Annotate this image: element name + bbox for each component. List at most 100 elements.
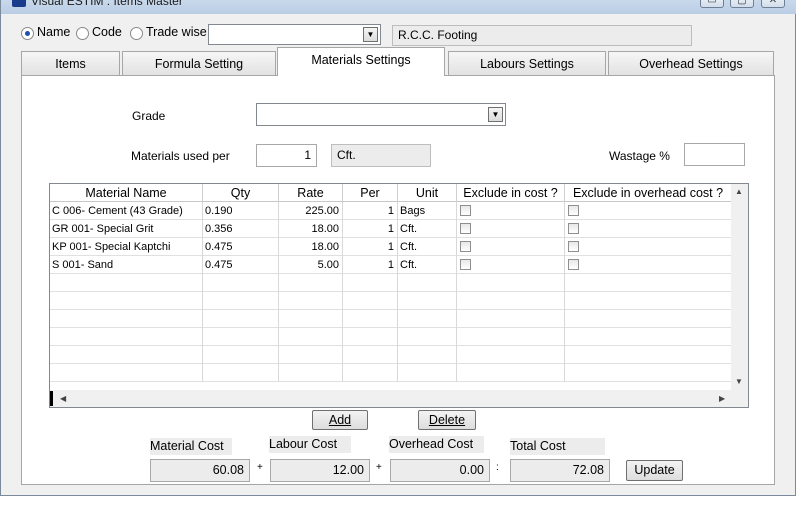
chevron-down-icon[interactable]: ▼ [363, 27, 378, 42]
col-exclude-cost[interactable]: Exclude in cost ? [457, 184, 565, 202]
cell-rate[interactable] [279, 328, 343, 346]
cell-qty[interactable] [203, 310, 279, 328]
minimize-button[interactable]: ▭ [700, 0, 724, 8]
cell-qty[interactable]: 0.190 [203, 202, 279, 220]
cell-unit[interactable] [398, 328, 457, 346]
cell-per[interactable] [343, 364, 398, 382]
cell-exclude-cost[interactable] [457, 238, 565, 256]
cell-material-name[interactable] [50, 328, 203, 346]
cell-exclude-overhead[interactable] [565, 256, 731, 274]
table-row[interactable] [50, 364, 731, 382]
cell-unit[interactable]: Cft. [398, 256, 457, 274]
cell-per[interactable]: 1 [343, 202, 398, 220]
cell-per[interactable] [343, 292, 398, 310]
table-row[interactable] [50, 328, 731, 346]
col-rate[interactable]: Rate [279, 184, 343, 202]
cell-unit[interactable]: Bags [398, 202, 457, 220]
cell-rate[interactable] [279, 274, 343, 292]
scroll-thumb[interactable] [50, 391, 53, 406]
cell-qty[interactable] [203, 364, 279, 382]
exclude-overhead-checkbox[interactable] [568, 259, 579, 270]
tab-formula-setting[interactable]: Formula Setting [122, 51, 276, 75]
cell-unit[interactable] [398, 346, 457, 364]
tab-materials-settings[interactable]: Materials Settings [277, 47, 445, 76]
cell-exclude-overhead[interactable] [565, 310, 731, 328]
add-button[interactable]: Add [312, 410, 368, 430]
exclude-cost-checkbox[interactable] [460, 205, 471, 216]
vertical-scrollbar[interactable]: ▲ ▼ [731, 184, 748, 391]
tab-overhead-settings[interactable]: Overhead Settings [608, 51, 774, 75]
col-material-name[interactable]: Material Name [50, 184, 203, 202]
chevron-down-icon[interactable]: ▼ [488, 107, 503, 122]
wastage-input[interactable] [684, 143, 745, 166]
cell-qty[interactable]: 0.475 [203, 238, 279, 256]
table-row[interactable] [50, 346, 731, 364]
cell-qty[interactable]: 0.475 [203, 256, 279, 274]
cell-rate[interactable] [279, 292, 343, 310]
exclude-cost-checkbox[interactable] [460, 223, 471, 234]
cell-rate[interactable] [279, 310, 343, 328]
radio-code[interactable] [76, 27, 89, 40]
cell-exclude-cost[interactable] [457, 256, 565, 274]
cell-material-name[interactable] [50, 310, 203, 328]
cell-rate[interactable]: 18.00 [279, 220, 343, 238]
cell-exclude-cost[interactable] [457, 292, 565, 310]
cell-material-name[interactable]: C 006- Cement (43 Grade) [50, 202, 203, 220]
cell-per[interactable] [343, 328, 398, 346]
close-button[interactable]: ✕ [761, 0, 785, 8]
cell-exclude-cost[interactable] [457, 310, 565, 328]
cell-exclude-overhead[interactable] [565, 292, 731, 310]
cell-material-name[interactable]: GR 001- Special Grit [50, 220, 203, 238]
cell-exclude-overhead[interactable] [565, 346, 731, 364]
cell-exclude-cost[interactable] [457, 364, 565, 382]
cell-per[interactable] [343, 274, 398, 292]
cell-material-name[interactable] [50, 292, 203, 310]
col-unit[interactable]: Unit [398, 184, 457, 202]
materials-used-per-input[interactable]: 1 [256, 144, 317, 167]
cell-qty[interactable] [203, 274, 279, 292]
cell-exclude-overhead[interactable] [565, 364, 731, 382]
trade-combo[interactable]: ▼ [208, 24, 381, 45]
cell-material-name[interactable] [50, 346, 203, 364]
update-button[interactable]: Update [626, 460, 683, 481]
table-row[interactable]: GR 001- Special Grit 0.356 18.00 1 Cft. [50, 220, 731, 238]
cell-exclude-cost[interactable] [457, 202, 565, 220]
cell-exclude-overhead[interactable] [565, 328, 731, 346]
cell-rate[interactable] [279, 346, 343, 364]
scroll-right-icon[interactable]: ▶ [719, 394, 725, 403]
exclude-cost-checkbox[interactable] [460, 259, 471, 270]
cell-exclude-overhead[interactable] [565, 220, 731, 238]
cell-per[interactable]: 1 [343, 256, 398, 274]
cell-per[interactable] [343, 310, 398, 328]
cell-exclude-cost[interactable] [457, 274, 565, 292]
col-qty[interactable]: Qty [203, 184, 279, 202]
table-row[interactable]: S 001- Sand 0.475 5.00 1 Cft. [50, 256, 731, 274]
horizontal-scrollbar[interactable]: ◀ ▶ [50, 390, 748, 407]
cell-material-name[interactable]: KP 001- Special Kaptchi [50, 238, 203, 256]
cell-unit[interactable] [398, 310, 457, 328]
materials-grid[interactable]: Material Name Qty Rate Per Unit Exclude … [49, 183, 749, 408]
cell-rate[interactable]: 225.00 [279, 202, 343, 220]
cell-qty[interactable] [203, 346, 279, 364]
cell-per[interactable] [343, 346, 398, 364]
cell-exclude-overhead[interactable] [565, 274, 731, 292]
table-row[interactable] [50, 292, 731, 310]
delete-button[interactable]: Delete [418, 410, 476, 430]
table-row[interactable] [50, 274, 731, 292]
cell-qty[interactable]: 0.356 [203, 220, 279, 238]
cell-material-name[interactable] [50, 274, 203, 292]
cell-exclude-overhead[interactable] [565, 238, 731, 256]
table-row[interactable] [50, 310, 731, 328]
exclude-overhead-checkbox[interactable] [568, 205, 579, 216]
scroll-down-icon[interactable]: ▼ [735, 377, 743, 386]
cell-unit[interactable]: Cft. [398, 220, 457, 238]
cell-material-name[interactable] [50, 364, 203, 382]
exclude-overhead-checkbox[interactable] [568, 241, 579, 252]
scroll-left-icon[interactable]: ◀ [60, 394, 66, 403]
cell-rate[interactable]: 18.00 [279, 238, 343, 256]
maximize-button[interactable]: ▢ [730, 0, 754, 8]
grade-combo[interactable]: ▼ [256, 103, 506, 126]
radio-name[interactable] [21, 27, 34, 40]
exclude-overhead-checkbox[interactable] [568, 223, 579, 234]
cell-per[interactable]: 1 [343, 238, 398, 256]
